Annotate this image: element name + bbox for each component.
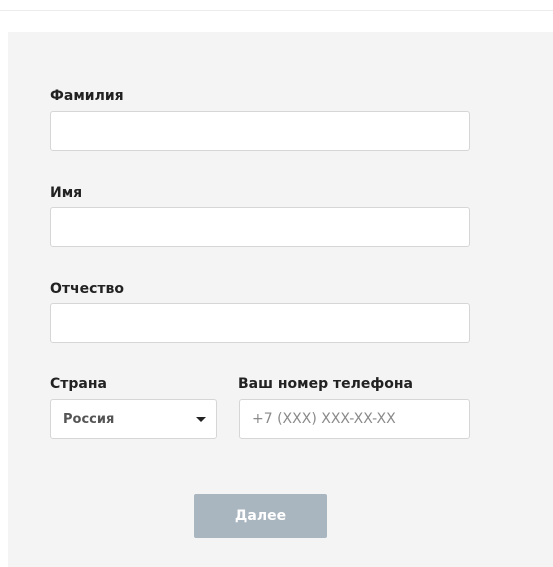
last-name-input[interactable] bbox=[50, 111, 470, 151]
phone-label: Ваш номер телефона bbox=[238, 376, 413, 392]
country-label: Страна bbox=[50, 376, 107, 392]
last-name-label: Фамилия bbox=[50, 88, 124, 104]
top-divider bbox=[0, 10, 553, 11]
middle-name-input[interactable] bbox=[50, 303, 470, 343]
next-button[interactable]: Далее bbox=[194, 494, 327, 538]
caret-down-icon bbox=[196, 416, 206, 422]
country-select[interactable]: Россия bbox=[50, 399, 217, 439]
phone-input[interactable] bbox=[239, 399, 470, 439]
country-selected-value: Россия bbox=[63, 411, 115, 427]
first-name-label: Имя bbox=[50, 185, 83, 201]
first-name-input[interactable] bbox=[50, 207, 470, 247]
middle-name-label: Отчество bbox=[50, 281, 125, 297]
